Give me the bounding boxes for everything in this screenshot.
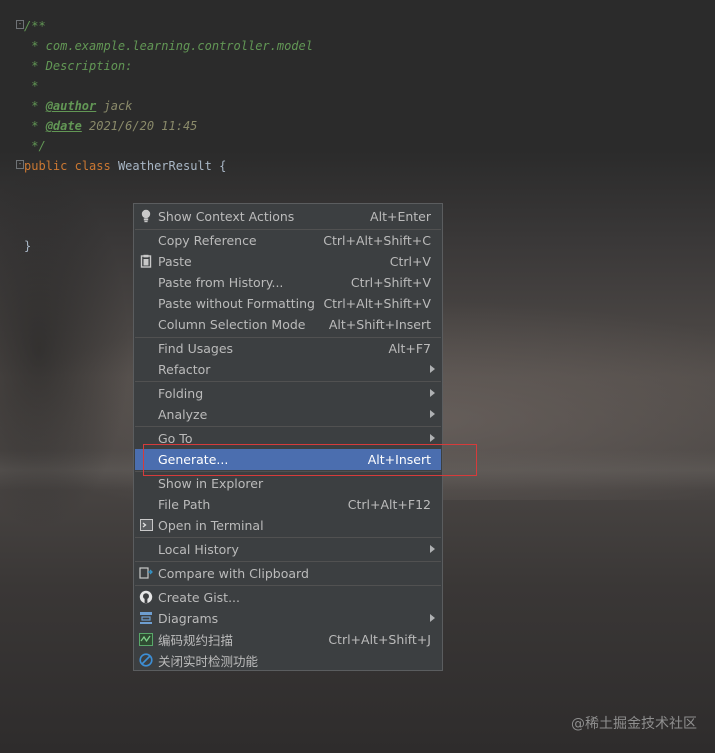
- submenu-arrow-icon: [430, 389, 435, 397]
- menu-item-column-selection-mode[interactable]: Column Selection Mode Alt+Shift+Insert: [135, 314, 441, 335]
- menu-item-show-in-explorer[interactable]: Show in Explorer: [135, 473, 441, 494]
- class-declaration-line: public class WeatherResult {: [24, 159, 227, 173]
- submenu-arrow-icon: [430, 545, 435, 553]
- submenu-arrow-icon: [430, 614, 435, 622]
- menu-item-code-scan[interactable]: 编码规约扫描 Ctrl+Alt+Shift+J: [135, 629, 441, 650]
- editor-context-menu: Show Context Actions Alt+Enter Copy Refe…: [133, 203, 443, 671]
- doc-date-line: * @date 2021/6/20 11:45: [24, 119, 198, 133]
- submenu-arrow-icon: [430, 434, 435, 442]
- compare-icon: [139, 566, 153, 580]
- disable-icon: [139, 653, 153, 667]
- terminal-icon: [139, 518, 153, 532]
- diagram-icon: [139, 611, 153, 625]
- doc-comment-close: */: [24, 139, 46, 153]
- doc-author-line: * @author jack: [24, 99, 133, 113]
- menu-item-paste[interactable]: Paste Ctrl+V: [135, 251, 441, 272]
- doc-comment-line: * com.example.learning.controller.model: [24, 39, 313, 53]
- menu-item-analyze[interactable]: Analyze: [135, 404, 441, 425]
- menu-separator: [135, 537, 441, 538]
- doc-comment-open: /**: [24, 19, 46, 33]
- fold-collapse-icon[interactable]: -: [16, 20, 24, 29]
- menu-item-copy-reference[interactable]: Copy Reference Ctrl+Alt+Shift+C: [135, 230, 441, 251]
- menu-item-disable-realtime-check[interactable]: 关闭实时检测功能: [135, 650, 441, 671]
- doc-comment-line: * Description:: [24, 59, 133, 73]
- menu-item-file-path[interactable]: File Path Ctrl+Alt+F12: [135, 494, 441, 515]
- menu-item-local-history[interactable]: Local History: [135, 539, 441, 560]
- menu-item-compare-with-clipboard[interactable]: Compare with Clipboard: [135, 563, 441, 584]
- menu-item-find-usages[interactable]: Find Usages Alt+F7: [135, 338, 441, 359]
- menu-separator: [135, 426, 441, 427]
- class-close-brace: }: [24, 239, 32, 253]
- menu-item-paste-from-history[interactable]: Paste from History... Ctrl+Shift+V: [135, 272, 441, 293]
- submenu-arrow-icon: [430, 410, 435, 418]
- clipboard-icon: [139, 254, 153, 268]
- menu-item-diagrams[interactable]: Diagrams: [135, 608, 441, 629]
- menu-item-show-context-actions[interactable]: Show Context Actions Alt+Enter: [135, 206, 441, 227]
- menu-item-folding[interactable]: Folding: [135, 383, 441, 404]
- menu-separator: [135, 585, 441, 586]
- fold-collapse-icon[interactable]: -: [16, 160, 24, 169]
- menu-separator: [135, 561, 441, 562]
- menu-item-open-in-terminal[interactable]: Open in Terminal: [135, 515, 441, 536]
- menu-item-paste-without-formatting[interactable]: Paste without Formatting Ctrl+Alt+Shift+…: [135, 293, 441, 314]
- menu-separator: [135, 381, 441, 382]
- submenu-arrow-icon: [430, 365, 435, 373]
- doc-comment-line: *: [24, 79, 39, 93]
- github-icon: [139, 590, 153, 604]
- watermark: @稀土掘金技术社区: [571, 716, 697, 732]
- bulb-icon: [139, 209, 153, 223]
- scan-icon: [139, 632, 153, 646]
- menu-item-refactor[interactable]: Refactor: [135, 359, 441, 380]
- annotation-highlight-box: [143, 444, 477, 476]
- menu-item-create-gist[interactable]: Create Gist...: [135, 587, 441, 608]
